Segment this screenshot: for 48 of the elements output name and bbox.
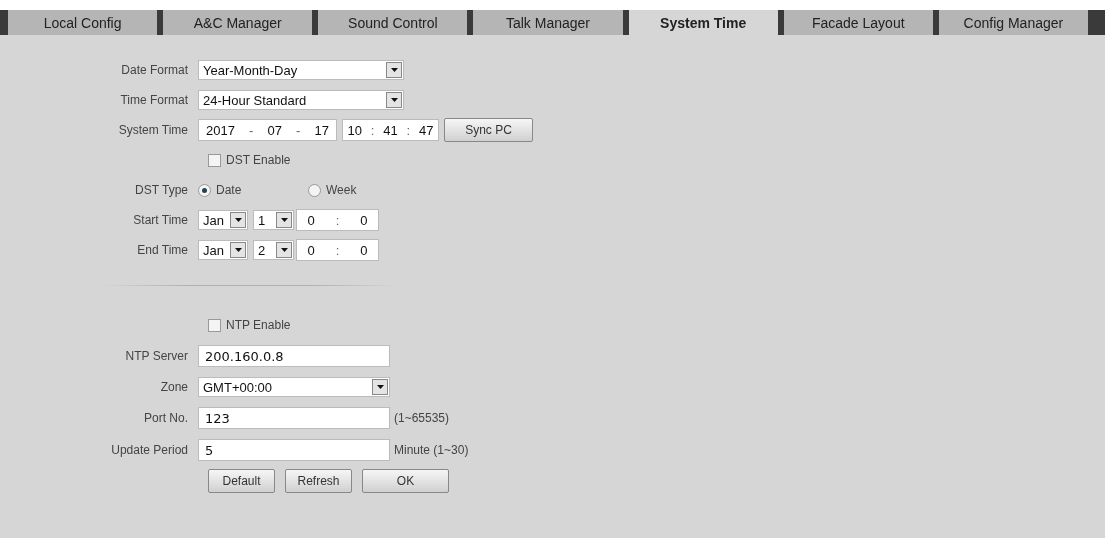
caret-icon bbox=[280, 218, 288, 222]
sync-button[interactable]: Sync PC bbox=[444, 118, 533, 142]
radio-option[interactable]: Date bbox=[198, 183, 308, 197]
tab[interactable]: Sound Control bbox=[318, 10, 468, 35]
tab[interactable]: Facade Layout bbox=[783, 10, 933, 35]
field-label: Time Format bbox=[119, 93, 189, 107]
dropdown[interactable]: Jan bbox=[198, 210, 248, 230]
checkbox-option[interactable]: DST Enable bbox=[208, 153, 291, 167]
tab[interactable]: Local Config bbox=[8, 10, 158, 35]
time-field[interactable]: 0 : 0 bbox=[296, 239, 379, 261]
caret-icon bbox=[234, 248, 242, 252]
caret-icon bbox=[234, 218, 242, 222]
field-label: DST Type bbox=[134, 183, 189, 197]
tab[interactable]: System Time bbox=[628, 10, 778, 35]
field-label: NTP Server bbox=[124, 349, 189, 363]
caret-icon bbox=[390, 98, 398, 102]
field-label: System Time bbox=[117, 123, 189, 137]
checkbox-option[interactable]: NTP Enable bbox=[208, 318, 291, 332]
input-field[interactable]: 200.160.0.8 bbox=[198, 345, 390, 367]
dropdown[interactable]: 24-Hour Standard bbox=[198, 90, 404, 110]
tab[interactable]: Config Manager bbox=[938, 10, 1088, 35]
dropdown[interactable]: Jan bbox=[198, 240, 248, 260]
input-field[interactable]: 5 bbox=[198, 439, 390, 461]
field-label: Update Period bbox=[110, 443, 189, 457]
field-label: End Time bbox=[136, 243, 189, 257]
field-label: Zone bbox=[159, 380, 189, 394]
field-label: Date Format bbox=[120, 63, 189, 77]
action-button[interactable]: Refresh bbox=[285, 469, 352, 493]
field-label: Start Time bbox=[132, 213, 189, 227]
range-hint: (1~65535) bbox=[394, 411, 450, 425]
dropdown[interactable]: 1 bbox=[253, 210, 294, 230]
time-field[interactable]: 0 : 0 bbox=[296, 209, 379, 231]
tab[interactable]: Talk Manager bbox=[473, 10, 623, 35]
time-field[interactable]: 10 : 41 : 47 bbox=[342, 119, 439, 141]
caret-icon bbox=[390, 68, 398, 72]
dropdown[interactable]: Year-Month-Day bbox=[198, 60, 404, 80]
action-button[interactable]: OK bbox=[362, 469, 449, 493]
date-field[interactable]: 2017 - 07 - 17 bbox=[198, 119, 337, 141]
input-field[interactable]: 123 bbox=[198, 407, 390, 429]
caret-icon bbox=[280, 248, 288, 252]
caret-icon bbox=[376, 385, 384, 389]
dropdown[interactable]: GMT+00:00 bbox=[198, 377, 390, 397]
action-button[interactable]: Default bbox=[208, 469, 275, 493]
radio-option[interactable]: Week bbox=[308, 183, 418, 197]
dropdown[interactable]: 2 bbox=[253, 240, 294, 260]
tab[interactable]: A&C Manager bbox=[163, 10, 313, 35]
range-hint: Minute (1~30) bbox=[394, 443, 469, 457]
field-label: Port No. bbox=[143, 411, 189, 425]
